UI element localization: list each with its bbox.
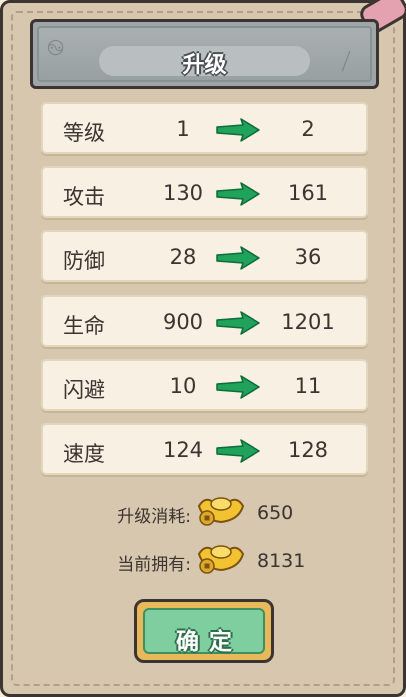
title-bar-inner: ࿊ ⟋ 升级 [37,26,372,82]
confirm-button-face[interactable]: 确定 [143,608,265,656]
stat-current: 130 [162,181,204,205]
stat-next: 36 [294,245,322,269]
stat-next: 2 [301,117,315,141]
dialog-title: 升级 [182,53,227,78]
stat-row-speed: 速度 124 128 [41,423,368,475]
green-arrow-icon [216,439,260,463]
stat-next: 128 [287,438,329,462]
stat-row-defense: 防御 28 36 [41,230,368,282]
stat-name: 速度 [63,442,105,466]
stat-name: 攻击 [63,185,105,209]
green-arrow-icon [216,246,260,270]
stat-current: 28 [169,245,197,269]
stat-current: 124 [162,438,204,462]
upgrade-cost-label: 升级消耗: [117,507,191,527]
stat-next: 11 [294,374,322,398]
stat-next: 1201 [281,310,335,334]
stat-current: 1 [176,117,190,141]
green-arrow-icon [216,311,260,335]
stat-row-level: 等级 1 2 [41,102,368,154]
confirm-button-label[interactable]: 确定 [145,622,263,656]
stat-current: 900 [162,310,204,334]
upgrade-cost-row: 升级消耗: 650 [3,492,406,532]
upgrade-cost-value: 650 [257,502,294,524]
stat-name: 等级 [63,121,105,145]
stat-row-hp: 生命 900 1201 [41,295,368,347]
green-arrow-icon [216,118,260,142]
gold-ingot-icon [197,497,245,526]
stat-name: 生命 [63,314,105,338]
confirm-button[interactable]: 确定 [134,599,274,663]
owned-gold-row: 当前拥有: 8131 [3,540,406,580]
stat-current: 10 [169,374,197,398]
title-bar: ࿊ ⟋ 升级 [30,19,379,89]
green-arrow-icon [216,182,260,206]
green-arrow-icon [216,375,260,399]
owned-gold-value: 8131 [257,550,306,572]
stat-next: 161 [287,181,329,205]
upgrade-dialog: ࿊ ⟋ 升级 等级 1 2 攻击 130 161 防御 28 36 生命 900 [0,0,406,697]
gold-ingot-icon [197,545,245,574]
stat-name: 闪避 [63,378,105,402]
stat-row-dodge: 闪避 10 11 [41,359,368,411]
stat-name: 防御 [63,249,105,273]
owned-gold-label: 当前拥有: [117,555,191,575]
stat-row-attack: 攻击 130 161 [41,166,368,218]
